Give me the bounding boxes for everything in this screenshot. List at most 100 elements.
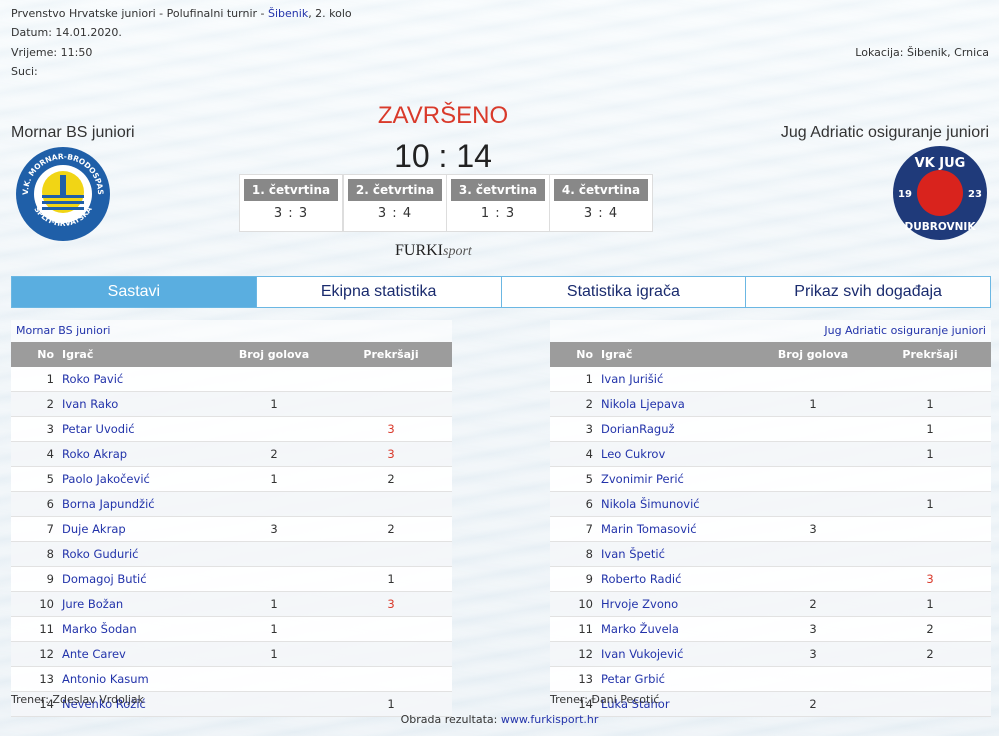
player-fouls — [330, 491, 452, 517]
player-fouls: 3 — [869, 566, 991, 592]
player-goals: 2 — [218, 441, 330, 467]
col-fouls: Prekršaji — [869, 342, 991, 367]
home-roster: Mornar BS juniori No Igrač Broj golova P… — [11, 320, 452, 717]
player-name[interactable]: Ivan Špetić — [599, 541, 757, 567]
tab-bar: Sastavi Ekipna statistika Statistika igr… — [11, 276, 991, 308]
player-fouls — [869, 541, 991, 567]
player-goals: 3 — [757, 616, 869, 642]
table-row: 13 Petar Grbić — [550, 666, 991, 692]
player-name[interactable]: Jure Božan — [60, 591, 218, 617]
footer: Obrada rezultata: www.furkisport.hr — [0, 713, 999, 726]
player-fouls — [330, 616, 452, 642]
table-row: 6 Nikola Šimunović 1 — [550, 491, 991, 517]
player-number: 6 — [11, 491, 60, 517]
player-number: 13 — [550, 666, 599, 692]
player-number: 13 — [11, 666, 60, 692]
table-row: 8 Ivan Špetić — [550, 541, 991, 567]
col-player: Igrač — [599, 342, 757, 367]
referees: Suci: — [11, 65, 38, 78]
player-number: 4 — [550, 441, 599, 467]
player-name[interactable]: DorianRaguž — [599, 416, 757, 442]
player-fouls — [869, 466, 991, 492]
table-row: 8 Roko Gudurić — [11, 541, 452, 567]
player-fouls: 2 — [869, 641, 991, 667]
footer-label: Obrada rezultata: — [400, 713, 501, 726]
player-fouls: 1 — [330, 566, 452, 592]
col-fouls: Prekršaji — [330, 342, 452, 367]
player-number: 8 — [550, 541, 599, 567]
player-name[interactable]: Roko Gudurić — [60, 541, 218, 567]
col-goals: Broj golova — [757, 342, 869, 367]
table-row: 4 Leo Cukrov 1 — [550, 441, 991, 467]
table-row: 2 Nikola Ljepava 1 1 — [550, 391, 991, 417]
player-number: 2 — [11, 391, 60, 417]
player-number: 11 — [550, 616, 599, 642]
player-name[interactable]: Roko Pavić — [60, 367, 218, 392]
away-logo-text-bottom: DUBROVNIK — [905, 221, 977, 233]
player-name[interactable]: Ivan Rako — [60, 391, 218, 417]
table-row: 5 Zvonimir Perić — [550, 466, 991, 492]
player-goals: 3 — [757, 516, 869, 542]
away-trainer: Trener: Đani Pecotić — [550, 693, 660, 706]
player-number: 2 — [550, 391, 599, 417]
match-status: ZAVRŠENO — [377, 102, 509, 129]
table-row: 3 Petar Uvodić 3 — [11, 416, 452, 442]
player-number: 1 — [11, 367, 60, 392]
table-row: 7 Duje Akrap 3 2 — [11, 516, 452, 542]
player-goals — [757, 466, 869, 492]
player-name[interactable]: Nikola Ljepava — [599, 391, 757, 417]
player-name[interactable]: Ivan Jurišić — [599, 367, 757, 392]
match-score: 10 : 14 — [394, 138, 492, 174]
away-team-logo: VK JUG 19 23 DUBROVNIK — [892, 145, 988, 241]
player-name[interactable]: Marko Žuvela — [599, 616, 757, 642]
away-logo-num-right: 23 — [968, 189, 982, 200]
player-fouls: 3 — [330, 416, 452, 442]
col-goals: Broj golova — [218, 342, 330, 367]
table-row: 12 Ivan Vukojević 3 2 — [550, 641, 991, 667]
tab-ekipna-statistika[interactable]: Ekipna statistika — [256, 276, 502, 308]
player-name[interactable]: Duje Akrap — [60, 516, 218, 542]
player-name[interactable]: Nikola Šimunović — [599, 491, 757, 517]
away-roster-team[interactable]: Jug Adriatic osiguranje juniori — [550, 320, 991, 342]
away-roster-table: No Igrač Broj golova Prekršaji 1 Ivan Jur… — [550, 342, 991, 717]
table-row: 7 Marin Tomasović 3 — [550, 516, 991, 542]
player-number: 10 — [11, 591, 60, 617]
table-row: 3 DorianRaguž 1 — [550, 416, 991, 442]
tab-sastavi[interactable]: Sastavi — [11, 276, 257, 308]
player-name[interactable]: Ante Carev — [60, 641, 218, 667]
home-roster-team[interactable]: Mornar BS juniori — [11, 320, 452, 342]
tab-statistika-igraca[interactable]: Statistika igrača — [501, 276, 747, 308]
quarter-2-label: 2. četvrtina — [348, 179, 442, 201]
player-name[interactable]: Marin Tomasović — [599, 516, 757, 542]
player-name[interactable]: Borna Japundžić — [60, 491, 218, 517]
player-name[interactable]: Petar Uvodić — [60, 416, 218, 442]
player-name[interactable]: Paolo Jakočević — [60, 466, 218, 492]
player-name[interactable]: Zvonimir Perić — [599, 466, 757, 492]
player-name[interactable]: Antonio Kasum — [60, 666, 218, 692]
footer-link[interactable]: www.furkisport.hr — [501, 713, 599, 726]
player-name[interactable]: Hrvoje Zvono — [599, 591, 757, 617]
player-fouls: 1 — [869, 391, 991, 417]
away-roster: Jug Adriatic osiguranje juniori No Igrač… — [550, 320, 991, 717]
player-name[interactable]: Roko Akrap — [60, 441, 218, 467]
col-player: Igrač — [60, 342, 218, 367]
brand-sport: sport — [443, 244, 472, 259]
player-name[interactable]: Petar Grbić — [599, 666, 757, 692]
home-trainer: Trener: Zdeslav Vrdoljak — [11, 693, 145, 706]
player-name[interactable]: Domagoj Butić — [60, 566, 218, 592]
player-name[interactable]: Leo Cukrov — [599, 441, 757, 467]
player-number: 7 — [550, 516, 599, 542]
table-row: 12 Ante Carev 1 — [11, 641, 452, 667]
player-goals: 1 — [218, 591, 330, 617]
player-name[interactable]: Ivan Vukojević — [599, 641, 757, 667]
player-fouls: 3 — [330, 441, 452, 467]
player-name[interactable]: Marko Šodan — [60, 616, 218, 642]
venue-link[interactable]: Šibenik — [268, 7, 308, 20]
table-row: 10 Hrvoje Zvono 2 1 — [550, 591, 991, 617]
table-row: 10 Jure Božan 1 3 — [11, 591, 452, 617]
furkisport-logo: FURKIsport — [395, 242, 472, 260]
table-row: 11 Marko Šodan 1 — [11, 616, 452, 642]
player-goals — [218, 666, 330, 692]
tab-prikaz-dogadaja[interactable]: Prikaz svih događaja — [746, 276, 991, 308]
player-name[interactable]: Roberto Radić — [599, 566, 757, 592]
